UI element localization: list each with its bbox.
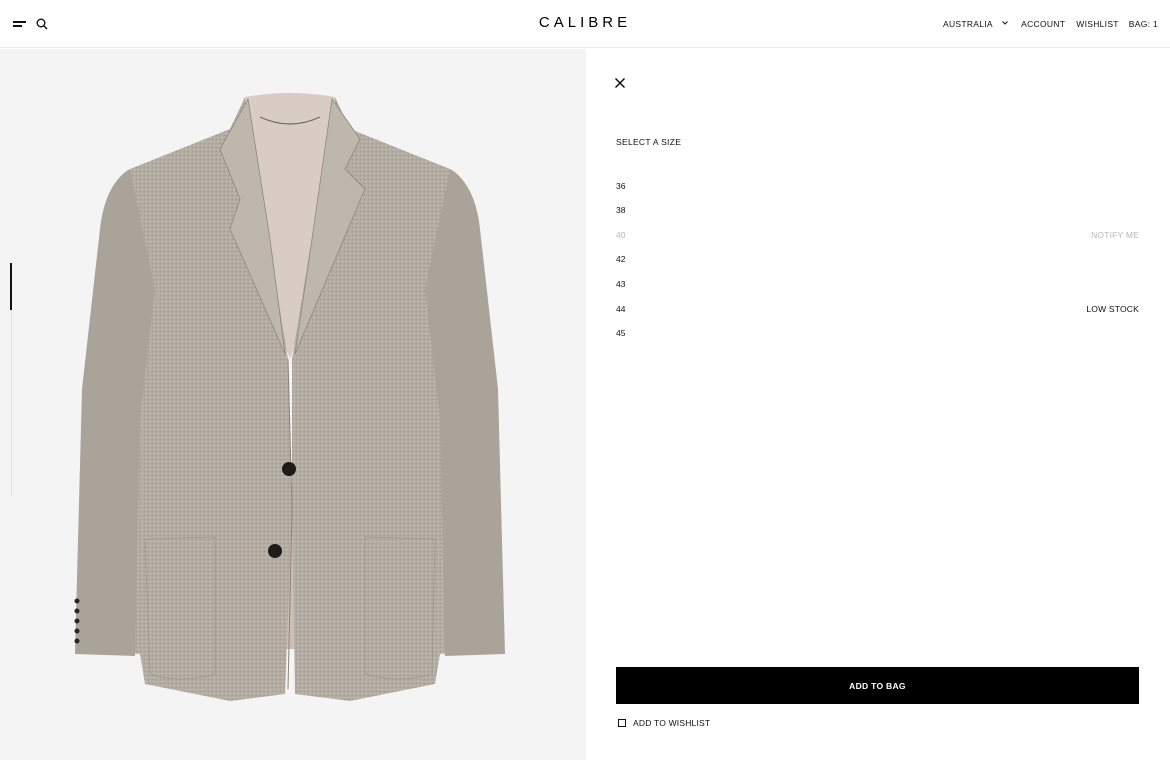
size-label: 43 [616,279,626,289]
wishlist-link[interactable]: WISHLIST [1076,19,1119,29]
size-panel: SELECT A SIZE 36 38 40 NOTIFY ME 42 43 4… [586,49,1170,760]
wishlist-label: ADD TO WISHLIST [633,718,711,728]
size-option-42[interactable]: 42 [616,254,1139,268]
chevron-down-icon [1002,21,1008,25]
size-label: 44 [616,304,626,314]
notify-me-link[interactable]: NOTIFY ME [1091,230,1139,240]
region-label: AUSTRALIA [942,19,993,29]
jacket-image [74,93,505,701]
size-label: 38 [616,205,626,215]
add-to-wishlist-toggle[interactable]: ADD TO WISHLIST [618,718,710,728]
bag-link[interactable]: BAG: 1 [1129,19,1158,29]
low-stock-badge: LOW STOCK [1086,304,1139,314]
region-selector[interactable]: AUSTRALIA [943,19,1008,29]
size-label: 36 [616,181,626,191]
size-option-40[interactable]: 40 NOTIFY ME [616,230,1139,244]
header-nav: AUSTRALIA ACCOUNT WISHLIST BAG: 1 [932,19,1158,29]
size-option-36[interactable]: 36 [616,181,1139,195]
size-label: 40 [616,230,626,240]
size-label: 45 [616,328,626,338]
size-label: 42 [616,254,626,264]
site-header: CALIBRE AUSTRALIA ACCOUNT WISHLIST BAG: … [0,0,1170,48]
size-option-44[interactable]: 44 LOW STOCK [616,304,1139,318]
product-gallery [0,49,586,760]
wishlist-checkbox[interactable] [618,719,626,727]
gallery-scroll-thumb[interactable] [10,263,12,310]
size-option-38[interactable]: 38 [616,205,1139,219]
size-option-43[interactable]: 43 [616,279,1139,293]
select-size-heading: SELECT A SIZE [616,137,682,147]
close-icon[interactable] [614,77,626,89]
account-link[interactable]: ACCOUNT [1021,19,1065,29]
size-option-45[interactable]: 45 [616,328,1139,342]
add-to-bag-button[interactable]: ADD TO BAG [616,667,1139,704]
